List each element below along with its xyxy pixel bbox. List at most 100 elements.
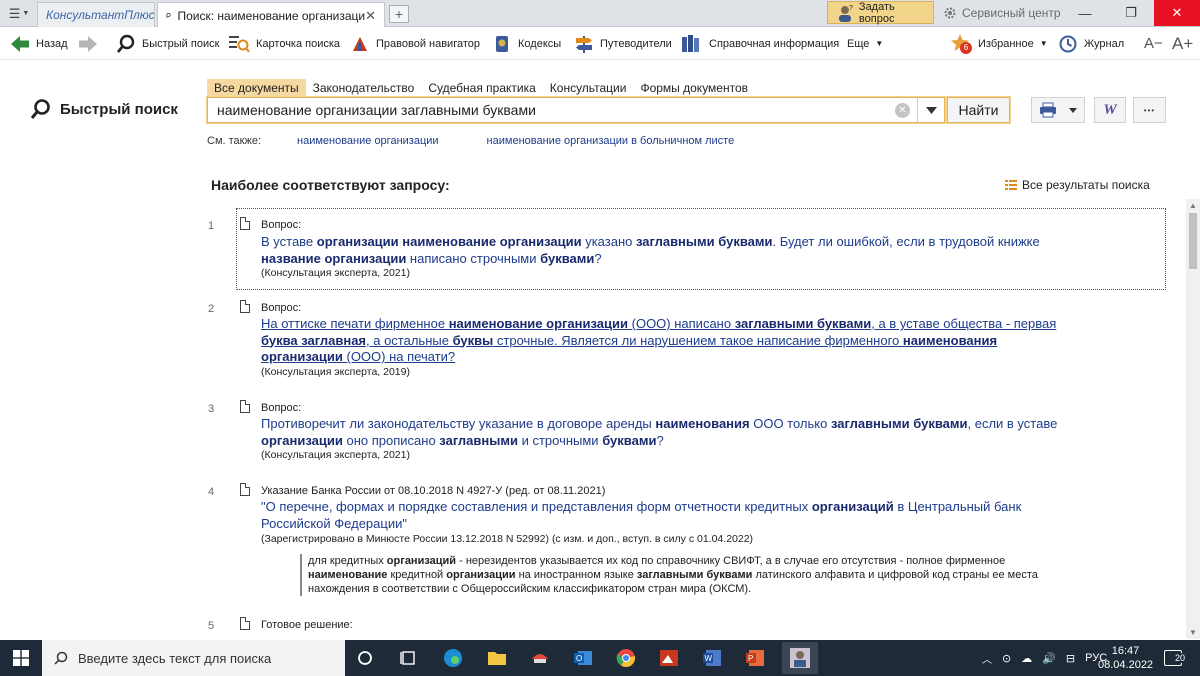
highlighted-term: заглавными буквами [734, 316, 872, 331]
volume-icon[interactable]: 🔊 [1042, 652, 1056, 665]
text-line: Российской Федерации" [261, 516, 1091, 533]
scroll-up-icon[interactable]: ▲ [1189, 201, 1197, 210]
network-icon[interactable]: ⊟ [1066, 652, 1075, 665]
cloud-icon[interactable]: ☁ [1021, 652, 1032, 665]
webcam-icon[interactable]: ⊙ [1002, 652, 1011, 665]
powerpoint-app[interactable]: P [740, 644, 770, 672]
powerpoint-icon: P [746, 650, 764, 666]
chrome-app[interactable] [611, 644, 641, 672]
font-smaller-button[interactable]: A− [1144, 31, 1163, 56]
search-input[interactable]: наименование организации заглавными букв… [207, 97, 945, 123]
more-actions-button[interactable]: ••• [1133, 97, 1166, 123]
scroll-down-icon[interactable]: ▼ [1189, 628, 1197, 637]
find-button[interactable]: Найти [947, 97, 1010, 123]
consultant-plus-app[interactable] [782, 642, 818, 674]
tab-search-active[interactable]: Поиск: наименование организаци ✕ [157, 2, 385, 28]
forward-button[interactable] [78, 31, 98, 56]
highlighted-term: организаций [386, 555, 457, 567]
result-title[interactable]: В уставе организации наименование органи… [261, 234, 1091, 267]
search-card-icon [229, 35, 250, 53]
text-line: организации (ООО) на печати? [261, 349, 1091, 366]
menu-button[interactable]: ☰ ▼ [4, 4, 34, 23]
outlook-icon: O [574, 651, 592, 665]
close-window-button[interactable]: ✕ [1154, 0, 1200, 26]
ask-question-button[interactable]: ? Задать вопрос [827, 1, 934, 25]
windows-start-button[interactable] [6, 644, 36, 672]
tab-legislation[interactable]: Законодательство [306, 79, 422, 97]
consultant-app-icon [790, 648, 810, 668]
tab-home[interactable]: КонсультантПлюс [37, 2, 155, 27]
outlook-app[interactable]: O [568, 644, 598, 672]
text-segment: указано [581, 234, 636, 249]
text-line: нахождения в соответствии с Общероссийск… [308, 582, 1090, 596]
clear-icon[interactable]: ✕ [895, 103, 910, 118]
text-line: организации оно прописано заглавными и с… [261, 433, 1091, 450]
highlighted-term: наименования [655, 416, 750, 431]
taskbar-search-input[interactable]: Введите здесь текст для поиска [42, 640, 345, 676]
see-also-link[interactable]: наименование организации [297, 135, 439, 147]
text-segment: . Будет ли ошибкой, если в трудовой книж… [772, 234, 1040, 249]
result-title[interactable]: Противоречит ли законодательству указани… [261, 416, 1091, 449]
codes-button[interactable]: Кодексы [492, 31, 561, 56]
tab-all-documents[interactable]: Все документы [207, 79, 306, 97]
maximize-button[interactable]: ❐ [1108, 0, 1154, 26]
word-app[interactable]: W [697, 644, 727, 672]
word-export-button[interactable]: W [1094, 97, 1126, 123]
see-also-link[interactable]: наименование организации в больничном ли… [487, 135, 735, 147]
highlighted-term: буква заглавная [261, 332, 367, 348]
expert-icon: ? [838, 5, 853, 22]
chevron-down-icon: ▼ [1039, 39, 1048, 48]
highlighted-term: организации наименование организации [316, 234, 582, 249]
cortana-button[interactable] [350, 644, 380, 672]
highlighted-term: наименование организации [448, 316, 629, 331]
app-button[interactable] [654, 644, 684, 672]
text-segment: , а в уставе общества - первая [871, 316, 1057, 331]
windows-logo-icon [13, 650, 29, 666]
tab-consultations[interactable]: Консультации [543, 79, 634, 97]
chevron-up-icon[interactable]: ︿ [982, 651, 992, 666]
result-source: (Зарегистрировано в Минюсте России 13.12… [261, 533, 754, 545]
guides-button[interactable]: Путеводители [574, 31, 672, 56]
task-view-button[interactable] [393, 644, 423, 672]
favorites-button[interactable]: 6 Избранное ▼ [950, 31, 1048, 56]
scrollbar-thumb[interactable] [1189, 213, 1197, 269]
search-icon [166, 13, 171, 19]
folder-icon [488, 652, 506, 665]
font-larger-button[interactable]: A+ [1172, 31, 1193, 56]
reference-info-button[interactable]: Справочная информация [681, 31, 839, 56]
svg-text:P: P [748, 654, 753, 663]
add-tab-button[interactable]: + [389, 5, 409, 23]
highlighted-term: буквами [540, 250, 595, 266]
document-icon [240, 217, 250, 230]
chevron-down-icon [925, 106, 937, 114]
print-button[interactable] [1031, 97, 1085, 123]
search-query-text[interactable]: наименование организации заглавными букв… [217, 102, 536, 118]
file-explorer-app[interactable] [482, 644, 512, 672]
app-button[interactable] [525, 644, 555, 672]
favorites-badge: 6 [960, 41, 972, 54]
edge-app[interactable] [438, 644, 468, 672]
quick-search-button[interactable]: Быстрый поиск [116, 31, 219, 56]
notification-center-button[interactable]: 20 [1164, 640, 1187, 676]
all-results-link[interactable]: Все результаты поиска [1005, 178, 1150, 192]
search-card-button[interactable]: Карточка поиска [228, 31, 340, 56]
legal-navigator-button[interactable]: Правовой навигатор [350, 31, 480, 56]
tab-court-practice[interactable]: Судебная практика [421, 79, 542, 97]
back-button[interactable]: Назад [10, 31, 68, 56]
result-number: 4 [208, 486, 215, 498]
history-clock-icon [1059, 35, 1077, 52]
result-title[interactable]: На оттиске печати фирменное наименование… [261, 316, 1091, 366]
close-icon[interactable]: ✕ [365, 8, 376, 24]
clock[interactable]: 16:47 08.04.2022 [1098, 640, 1153, 676]
more-menu-button[interactable]: Еще ▼ [847, 31, 883, 56]
journal-button[interactable]: Журнал [1058, 31, 1124, 56]
navigator-icon [353, 36, 367, 51]
search-history-dropdown[interactable] [917, 98, 944, 122]
title-bar: ☰ ▼ КонсультантПлюс Поиск: наименование о… [0, 0, 1200, 28]
results-scrollbar[interactable]: ▲ ▼ [1186, 199, 1200, 639]
tab-document-forms[interactable]: Формы документов [633, 79, 755, 97]
result-title[interactable]: "О перечне, формах и порядке составления… [261, 499, 1091, 532]
service-center-button[interactable]: Сервисный центр [937, 2, 1061, 24]
minimize-button[interactable]: — [1062, 0, 1108, 26]
result-number: 2 [208, 303, 215, 315]
